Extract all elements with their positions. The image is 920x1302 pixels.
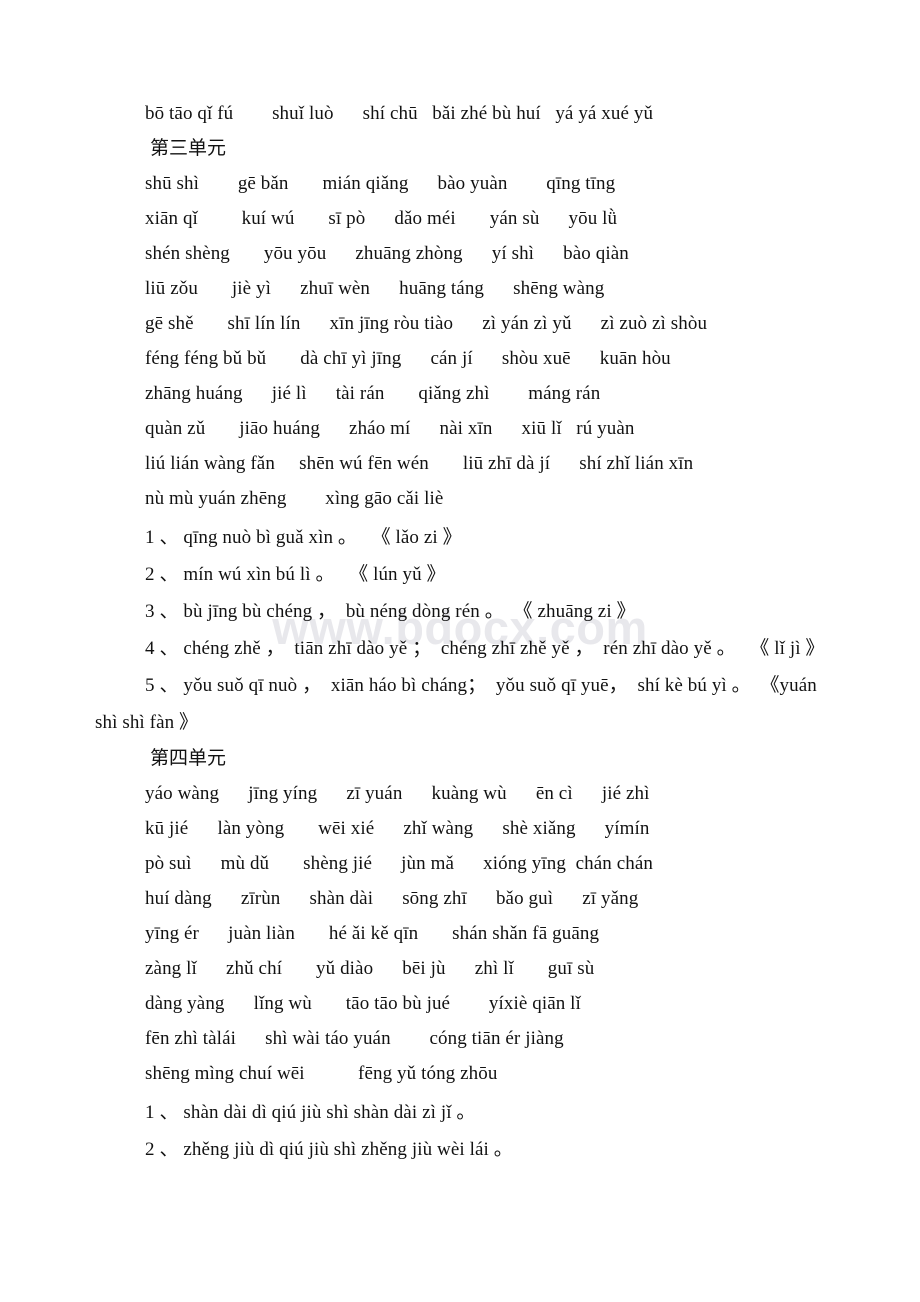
pinyin-line: nù mù yuán zhēng xìng gāo cǎi liè <box>145 488 444 509</box>
pinyin-line: shū shì gē bǎn mián qiǎng bào yuàn qīng … <box>145 173 616 194</box>
unit-heading-four: 第四单元 <box>150 748 227 769</box>
pinyin-line: liū zǒu jiè yì zhuī wèn huāng táng shēng… <box>145 278 605 299</box>
pinyin-line: dàng yàng lǐng wù tāo tāo bù jué yíxiè q… <box>145 993 581 1014</box>
numbered-sentence: 2 、 zhěng jiù dì qiú jiù shì zhěng jiù w… <box>145 1139 513 1160</box>
pinyin-line: kū jié làn yòng wēi xié zhǐ wàng shè xiǎ… <box>145 818 650 839</box>
pinyin-line: yīng ér juàn liàn hé ǎi kě qīn shán shǎn… <box>145 923 600 944</box>
unit-heading-three: 第三单元 <box>150 138 227 159</box>
document-content: bō tāo qǐ fú shuǐ luò shí chū bǎi zhé bù… <box>0 0 920 1168</box>
numbered-sentence: 2 、 mín wú xìn bú lì 。 《 lún yǔ 》 <box>145 564 446 585</box>
numbered-sentence: 5 、 yǒu suǒ qī nuò ， xiān háo bì cháng； … <box>95 675 822 733</box>
pinyin-line: yáo wàng jīng yíng zī yuán kuàng wù ēn c… <box>145 783 650 804</box>
pinyin-line: huí dàng zīrùn shàn dài sōng zhī bǎo guì… <box>145 888 639 909</box>
numbered-sentence: 4 、 chéng zhě ， tiān zhī dào yě ； chéng … <box>145 638 825 659</box>
pinyin-line: xiān qǐ kuí wú sī pò dǎo méi yán sù yōu … <box>145 208 618 229</box>
pinyin-line: shén shèng yōu yōu zhuāng zhòng yí shì b… <box>145 243 629 264</box>
numbered-sentence: 1 、 qīng nuò bì guǎ xìn 。 《 lǎo zi 》 <box>145 527 462 548</box>
pinyin-line: zàng lǐ zhǔ chí yǔ diào bēi jù zhì lǐ gu… <box>145 958 595 979</box>
pinyin-line: liú lián wàng fǎn shēn wú fēn wén liū zh… <box>145 453 694 474</box>
pinyin-line: quàn zǔ jiāo huáng zháo mí nài xīn xiū l… <box>145 418 635 439</box>
pinyin-line: gē shě shī lín lín xīn jīng ròu tiào zì … <box>145 313 708 334</box>
pinyin-line: zhāng huáng jié lì tài rán qiǎng zhì mán… <box>145 383 601 404</box>
numbered-sentence: 3 、 bù jīng bù chéng ， bù néng dòng rén … <box>145 601 636 622</box>
document-page: www.bdocx.com bō tāo qǐ fú shuǐ luò shí … <box>0 0 920 1302</box>
pinyin-line: pò suì mù dǔ shèng jié jùn mǎ xióng yīng… <box>145 853 653 874</box>
pinyin-line: fēn zhì tàlái shì wài táo yuán cóng tiān… <box>145 1028 564 1049</box>
pinyin-line: shēng mìng chuí wēi fēng yǔ tóng zhōu <box>145 1063 498 1084</box>
numbered-sentence: 1 、 shàn dài dì qiú jiù shì shàn dài zì … <box>145 1102 476 1123</box>
pinyin-line: féng féng bǔ bǔ dà chī yì jīng cán jí sh… <box>145 348 671 369</box>
pinyin-line: bō tāo qǐ fú shuǐ luò shí chū bǎi zhé bù… <box>145 103 654 124</box>
